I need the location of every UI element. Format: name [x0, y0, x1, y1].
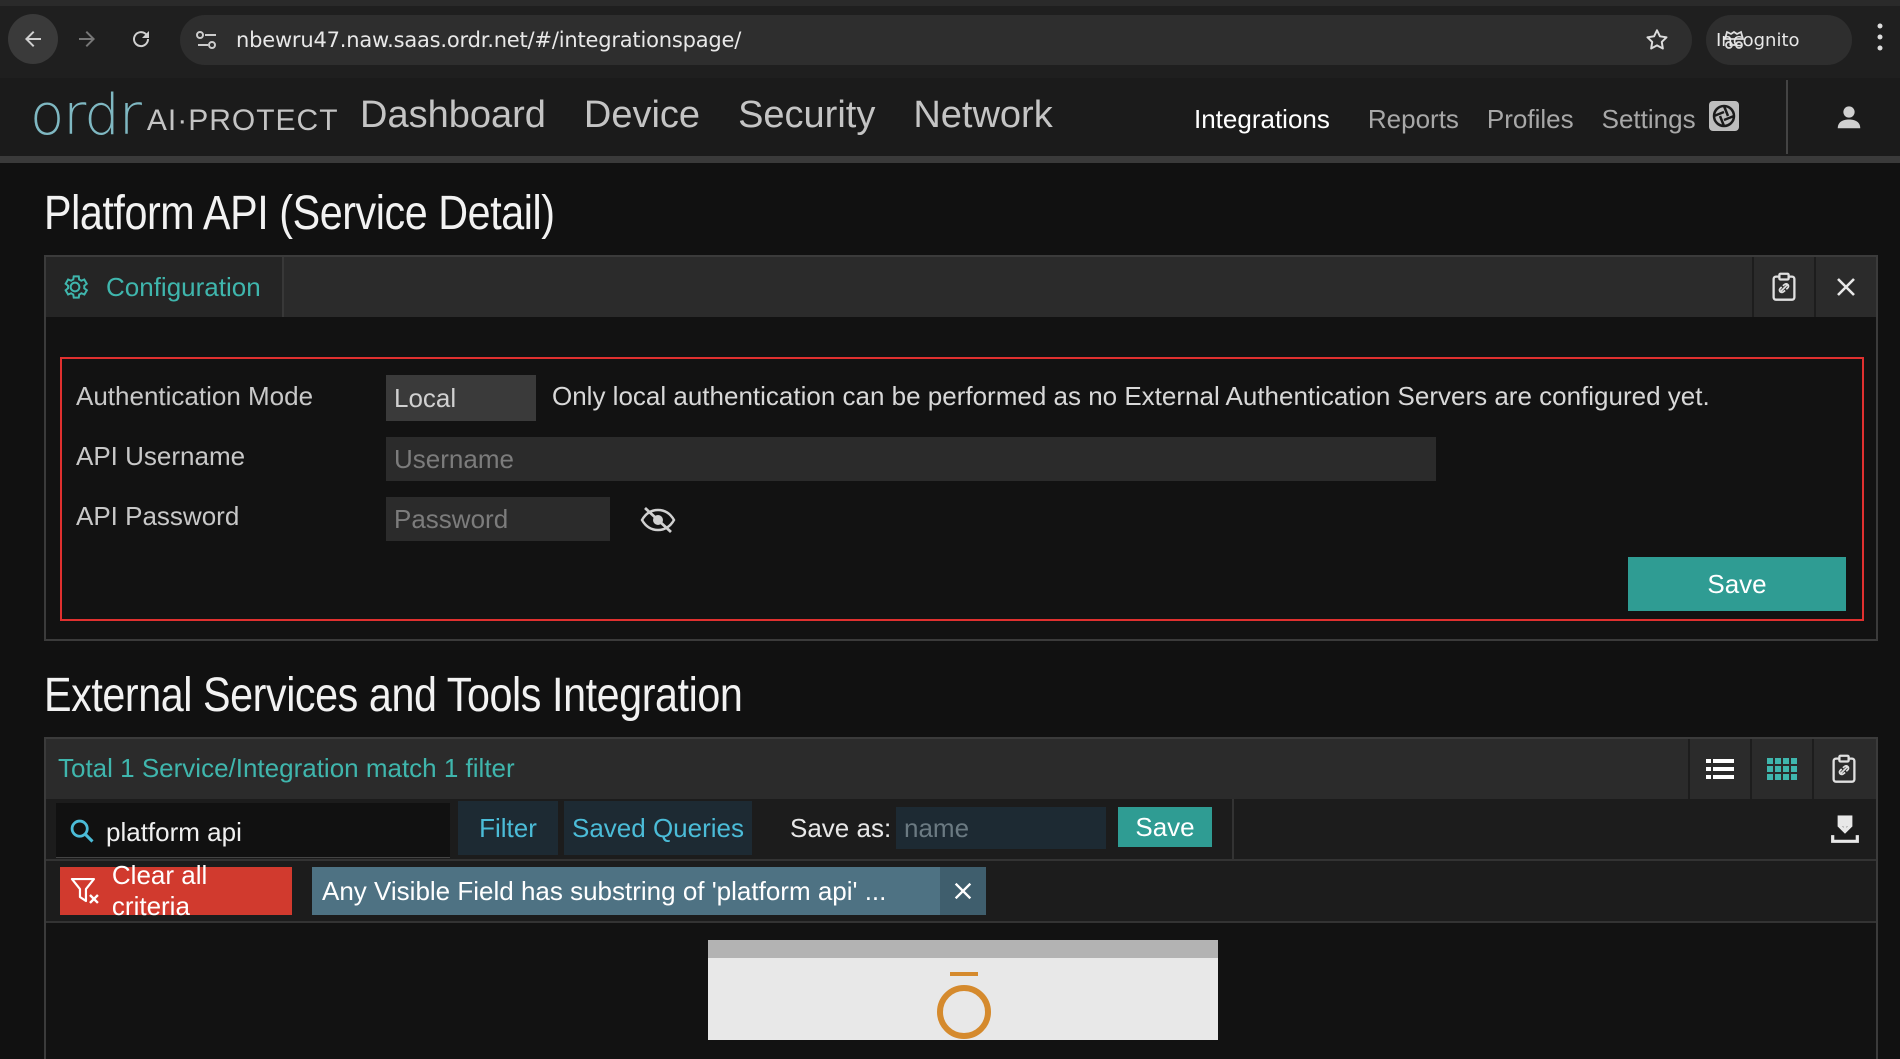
clipboard-link-icon	[1832, 754, 1856, 783]
incognito-label: Incognito	[1716, 29, 1800, 51]
config-form: Authentication Mode Local Only local aut…	[60, 357, 1864, 621]
tab-configuration-label: Configuration	[106, 271, 261, 302]
aperture-icon[interactable]	[1708, 100, 1740, 132]
nav-security[interactable]: Security	[738, 94, 875, 137]
clear-all-label: Clear all criteria	[111, 860, 208, 921]
copy-link-button-2[interactable]	[1812, 739, 1874, 799]
filter-button[interactable]: Filter	[458, 801, 558, 855]
save-button[interactable]: Save	[1628, 557, 1846, 611]
list-view-icon	[1706, 759, 1734, 779]
grid-view-icon	[1767, 758, 1797, 780]
password-field[interactable]: Password	[386, 497, 610, 541]
toolbar-divider	[1232, 799, 1234, 859]
bookmark-star-icon[interactable]	[1644, 27, 1670, 53]
close-icon	[1837, 278, 1855, 296]
section-title: External Services and Tools Integration	[44, 669, 743, 722]
ordr-o-logo-icon	[937, 972, 991, 1039]
ordr-logo[interactable]: ordr AI·PROTECT	[30, 86, 339, 146]
more-vert-icon[interactable]	[1876, 20, 1884, 54]
integration-card[interactable]	[708, 940, 1218, 1040]
logo-wordmark: ordr	[30, 83, 142, 148]
browser-chrome: nbewru47.naw.saas.ordr.net/#/integration…	[0, 0, 1900, 78]
close-icon	[954, 882, 972, 900]
arrow-right-icon	[79, 31, 95, 47]
nav-reports[interactable]: Reports	[1368, 104, 1459, 135]
nav-settings[interactable]: Settings	[1602, 104, 1696, 135]
copy-link-button[interactable]	[1752, 257, 1814, 317]
save-query-button[interactable]: Save	[1118, 807, 1212, 847]
tab-strip	[0, 0, 1900, 6]
back-button[interactable]	[8, 14, 58, 64]
tab-configuration[interactable]: Configuration	[46, 257, 284, 317]
eye-off-icon[interactable]	[640, 505, 676, 535]
saved-queries-button[interactable]: Saved Queries	[564, 801, 752, 855]
nav-profiles[interactable]: Profiles	[1487, 104, 1574, 135]
search-toolbar: platform api Filter Saved Queries Save a…	[46, 799, 1876, 861]
search-input[interactable]: platform api	[106, 817, 242, 848]
username-label: API Username	[76, 441, 246, 471]
app-header: ordr AI·PROTECT Dashboard Device Securit…	[0, 78, 1900, 163]
arrow-left-icon	[25, 31, 41, 47]
nav-network[interactable]: Network	[913, 94, 1052, 137]
close-panel-button[interactable]	[1814, 257, 1876, 317]
grid-view-button[interactable]	[1750, 739, 1812, 799]
save-as-label: Save as:	[790, 813, 892, 843]
secondary-nav: Integrations Reports Profiles Settings	[1194, 104, 1724, 135]
panel-header: Configuration	[46, 257, 1876, 317]
configuration-panel: Configuration Authentication Mode Local …	[44, 255, 1878, 641]
gear-icon	[64, 275, 89, 299]
nav-integrations[interactable]: Integrations	[1194, 104, 1330, 135]
filter-chip[interactable]: Any Visible Field has substring of 'plat…	[312, 867, 940, 915]
integrations-header: Total 1 Service/Integration match 1 filt…	[46, 739, 1876, 799]
reload-icon	[133, 31, 150, 48]
logo-tagline: AI·PROTECT	[146, 104, 339, 137]
query-name-field[interactable]: name	[896, 807, 1106, 849]
header-divider	[1786, 80, 1788, 154]
nav-dashboard[interactable]: Dashboard	[360, 94, 546, 137]
list-view-button[interactable]	[1688, 739, 1750, 799]
user-icon[interactable]	[1834, 102, 1864, 132]
incognito-indicator[interactable]: Incognito	[1706, 15, 1852, 65]
username-field[interactable]: Username	[386, 437, 1436, 481]
password-label: API Password	[76, 501, 240, 531]
match-summary: Total 1 Service/Integration match 1 filt…	[58, 753, 515, 783]
url-text[interactable]: nbewru47.naw.saas.ordr.net/#/integration…	[236, 28, 741, 52]
auth-mode-note: Only local authentication can be perform…	[552, 381, 1710, 411]
filter-clear-icon	[70, 877, 99, 904]
address-bar[interactable]: nbewru47.naw.saas.ordr.net/#/integration…	[180, 15, 1692, 65]
auth-mode-select[interactable]: Local	[386, 375, 536, 421]
clear-all-criteria-button[interactable]: Clear all criteria	[60, 860, 292, 921]
search-icon	[70, 819, 94, 843]
criteria-bar: Clear all criteria Any Visible Field has…	[46, 860, 1876, 923]
download-icon[interactable]	[1830, 813, 1860, 845]
remove-filter-button[interactable]	[940, 867, 986, 915]
clipboard-link-icon	[1772, 272, 1796, 301]
nav-device[interactable]: Device	[584, 94, 700, 137]
reload-button[interactable]	[116, 14, 166, 64]
site-info-icon[interactable]	[194, 28, 220, 52]
forward-button[interactable]	[62, 14, 112, 64]
auth-mode-label: Authentication Mode	[76, 381, 314, 411]
page-title: Platform API (Service Detail)	[44, 187, 555, 240]
main-nav: Dashboard Device Security Network	[360, 94, 1053, 137]
search-box[interactable]: platform api	[56, 803, 450, 858]
